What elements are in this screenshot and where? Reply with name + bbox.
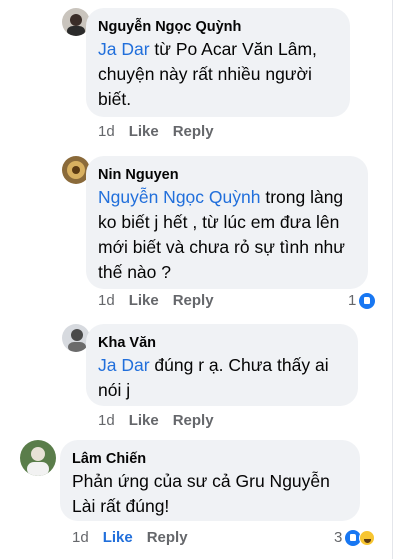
comment-bubble: Lâm Chiến Phản ứng của sư cả Gru Nguyễn … [60,440,360,521]
comment-actions: 1d Like Reply [98,292,214,310]
comment-actions: 1d Like Reply [72,529,188,547]
comment-bubble: Kha Văn Ja Dar đúng r ạ. Chưa thấy ai nó… [86,324,358,406]
comment-author[interactable]: Kha Văn [98,333,346,353]
comment-text: Ja Dar đúng r ạ. Chưa thấy ai nói j [98,355,329,400]
comment-bubble: Nguyễn Ngọc Quỳnh Ja Dar từ Po Acar Văn … [86,8,350,117]
reply-button[interactable]: Reply [173,123,214,141]
haha-icon [359,530,376,546]
comment-author[interactable]: Nin Nguyen [98,165,356,185]
divider [392,0,393,559]
mention-link[interactable]: Ja Dar [98,355,150,375]
like-button[interactable]: Like [129,412,159,430]
comment-actions: 1d Like Reply [98,123,214,141]
comment-text: Phản ứng của sư cả Gru Nguyễn Lài rất đú… [72,471,330,516]
like-button[interactable]: Like [103,529,133,547]
mention-link[interactable]: Ja Dar [98,39,150,59]
comment-timestamp[interactable]: 1d [72,529,89,547]
reply-button[interactable]: Reply [173,412,214,430]
like-button[interactable]: Like [129,292,159,310]
avatar-photo-icon [20,440,56,476]
reaction-summary[interactable]: 1 [348,292,376,310]
like-icon [359,293,376,309]
reaction-count: 1 [348,292,357,309]
reply-button[interactable]: Reply [147,529,188,547]
avatar[interactable] [20,440,56,476]
comment-bubble: Nin Nguyen Nguyễn Ngọc Quỳnh trong làng … [86,156,368,289]
comment-timestamp[interactable]: 1d [98,292,115,310]
mention-link[interactable]: Nguyễn Ngọc Quỳnh [98,187,260,207]
comment-author[interactable]: Nguyễn Ngọc Quỳnh [98,17,338,37]
comment-actions: 1d Like Reply [98,412,214,430]
comment-timestamp[interactable]: 1d [98,412,115,430]
reaction-summary[interactable]: 3 [334,529,376,547]
reaction-count: 3 [334,529,343,546]
reply-button[interactable]: Reply [173,292,214,310]
like-button[interactable]: Like [129,123,159,141]
comment-author[interactable]: Lâm Chiến [72,449,348,469]
comment-text: Nguyễn Ngọc Quỳnh trong làng ko biết j h… [98,187,345,282]
comment-timestamp[interactable]: 1d [98,123,115,141]
comment-text: Ja Dar từ Po Acar Văn Lâm, chuyện này rấ… [98,39,317,109]
